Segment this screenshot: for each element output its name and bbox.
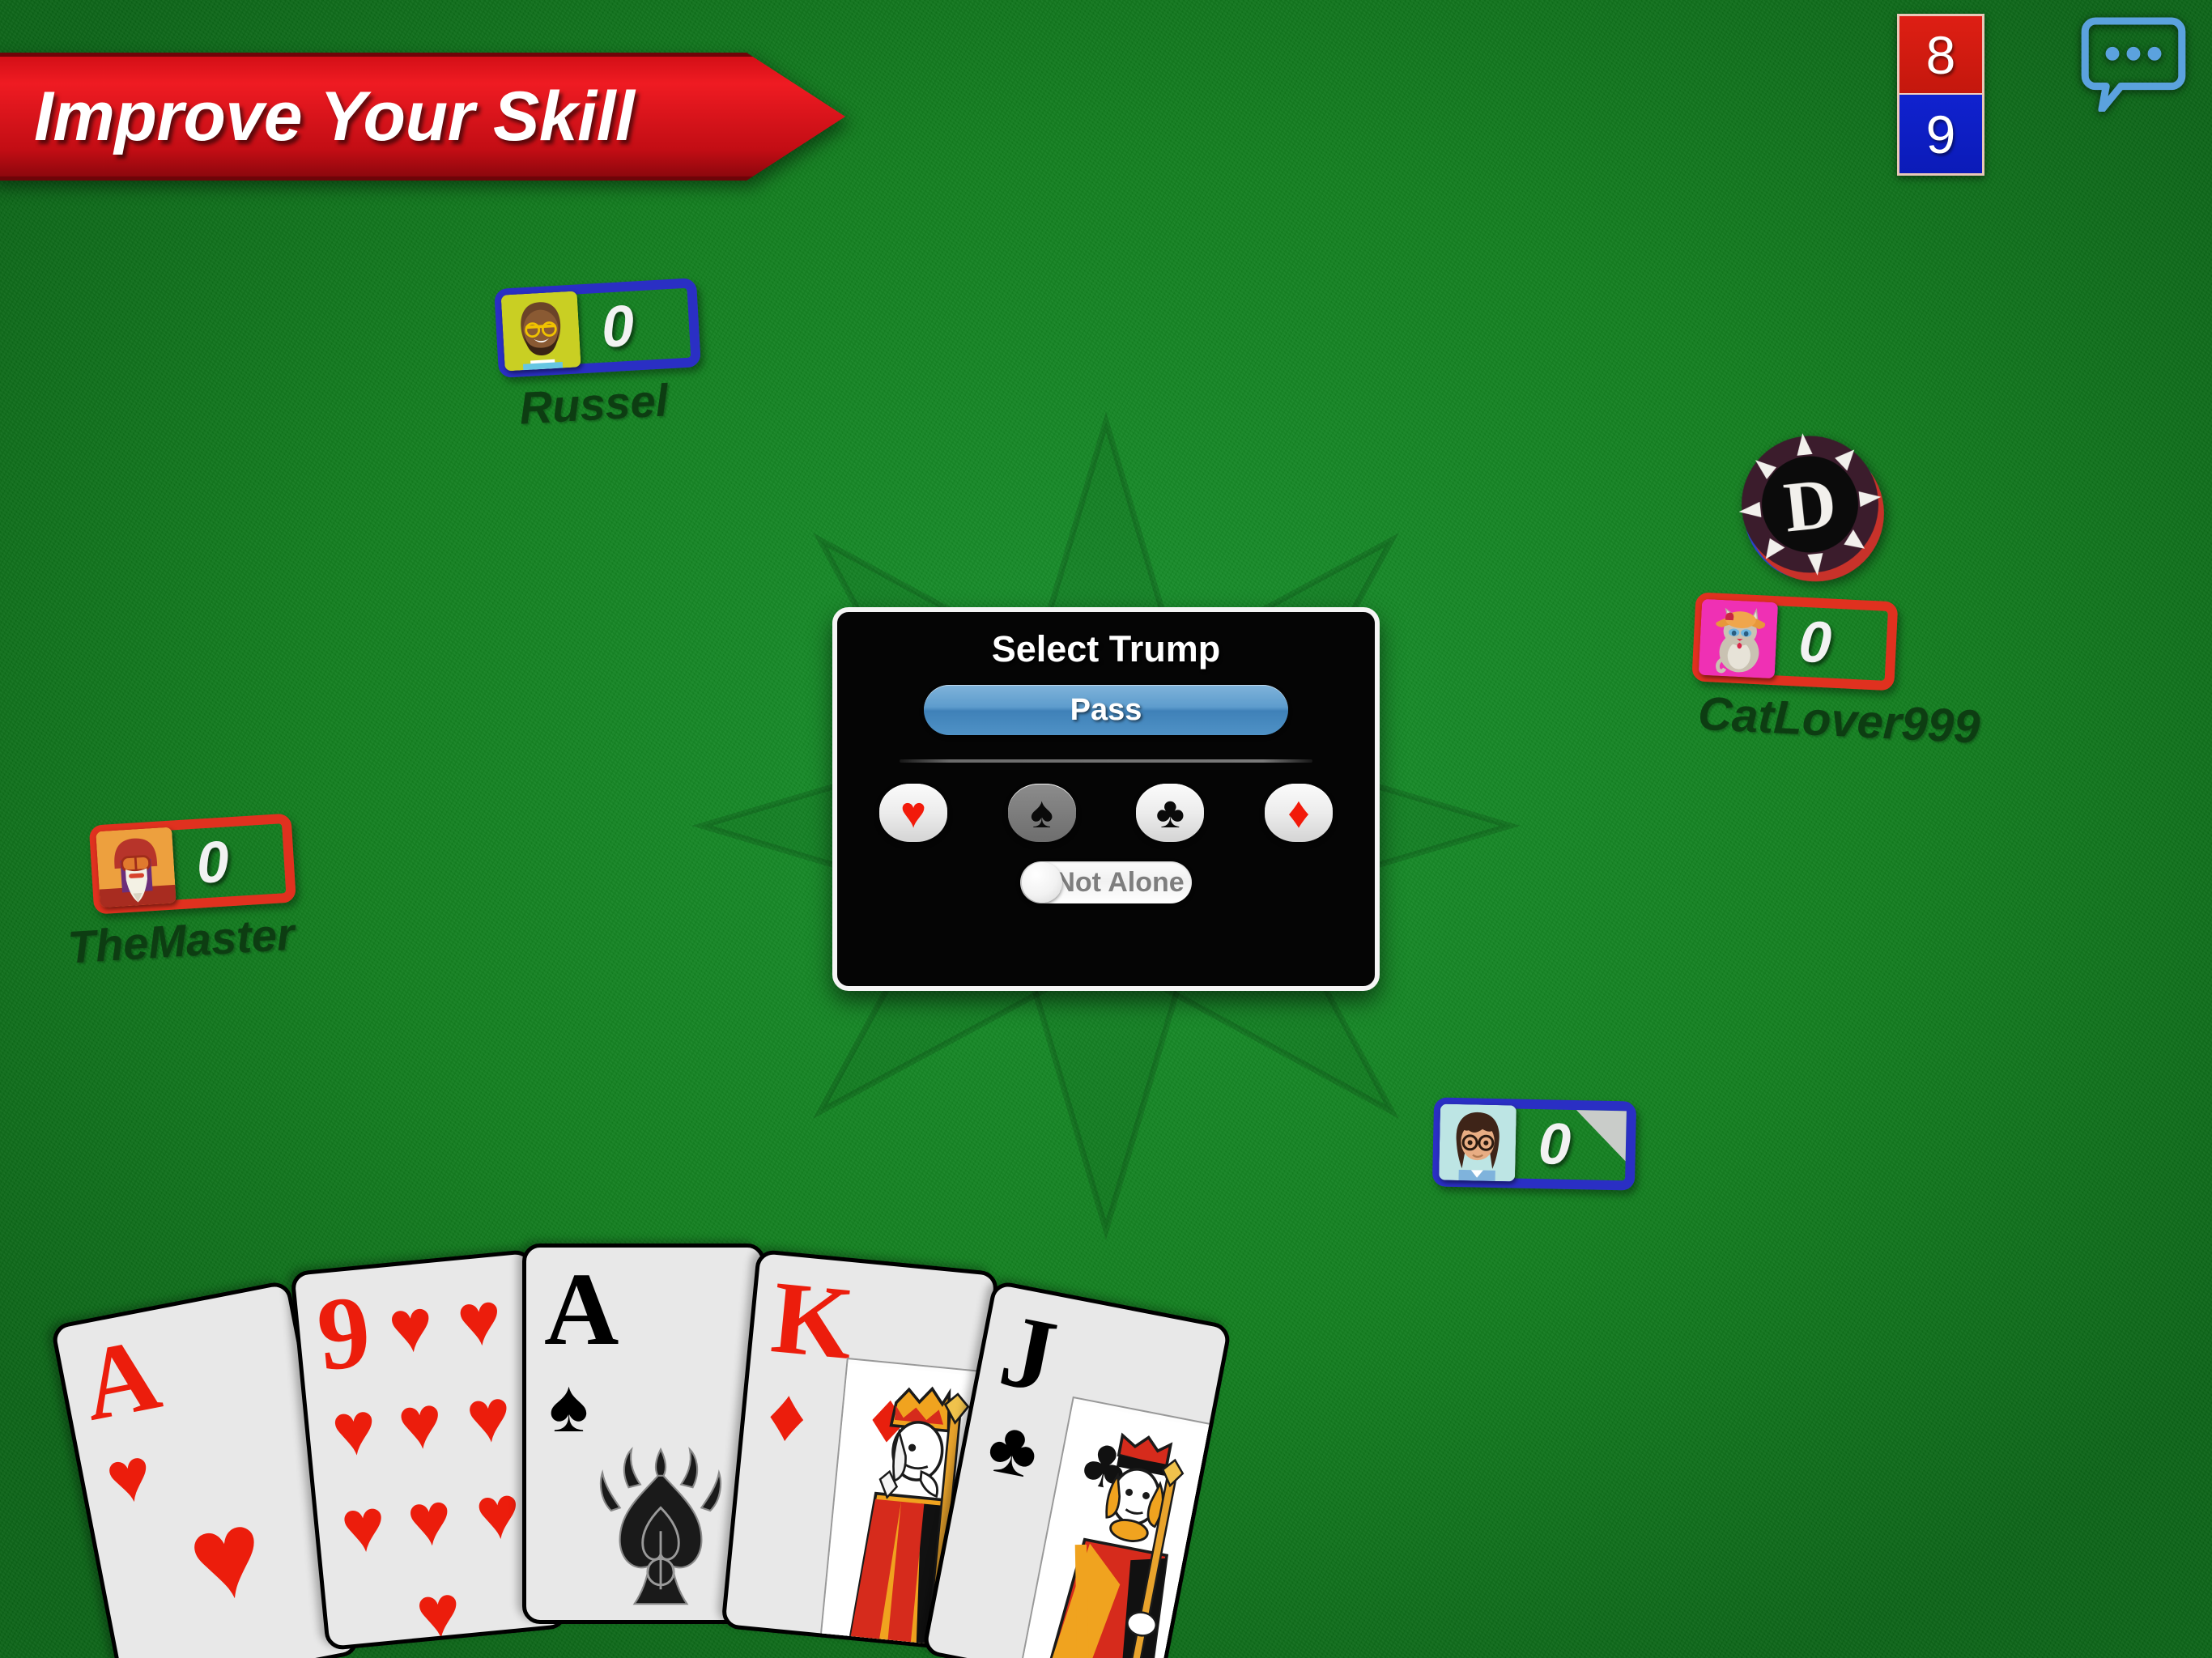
clubs-icon: ♣ bbox=[1155, 789, 1185, 837]
team-blue-score: 9 bbox=[1899, 95, 1982, 173]
suit-button-row: ♥ ♠ ♣ ♦ bbox=[879, 784, 1333, 842]
chat-bubble-icon[interactable] bbox=[2081, 15, 2186, 112]
go-alone-toggle[interactable]: Not Alone bbox=[1020, 861, 1192, 903]
player-plate: 0 bbox=[1431, 1097, 1637, 1191]
hearts-icon: ♥ bbox=[412, 1569, 465, 1652]
woman-glasses-avatar bbox=[1439, 1103, 1516, 1182]
jack-face-art: ♣ bbox=[1018, 1396, 1218, 1658]
dialog-divider bbox=[900, 759, 1312, 763]
player-score: 0 bbox=[1797, 609, 1833, 676]
hearts-icon: ♥ bbox=[99, 1431, 160, 1522]
diamonds-icon: ♦ bbox=[764, 1372, 810, 1459]
hearts-icon: ♥ bbox=[177, 1482, 275, 1630]
spades-icon: ♠ bbox=[549, 1365, 589, 1448]
player-plate: 0 bbox=[494, 278, 701, 378]
player-catlover[interactable]: 0 CatLover999 bbox=[1689, 592, 1986, 754]
man-beard-glasses-avatar bbox=[500, 291, 581, 372]
suit-button-hearts[interactable]: ♥ bbox=[879, 784, 947, 842]
hearts-icon: ♥ bbox=[394, 1380, 447, 1467]
dialog-title: Select Trump bbox=[991, 628, 1221, 670]
dealer-chip-icon: D bbox=[1720, 419, 1901, 590]
card-rank: A bbox=[544, 1252, 619, 1367]
wizard-sage-avatar bbox=[96, 827, 177, 908]
player-name-label: TheMaster bbox=[66, 908, 296, 973]
card-rank: K bbox=[767, 1259, 859, 1382]
player-name-label: CatLover999 bbox=[1696, 687, 1981, 754]
card-rank: 9 bbox=[313, 1273, 376, 1393]
player-score: 0 bbox=[194, 829, 232, 896]
player-score: 0 bbox=[599, 293, 636, 360]
player-plate: 0 bbox=[88, 813, 296, 915]
svg-text:D: D bbox=[1780, 464, 1840, 548]
game-table: Improve Your Skill 8 9 0 Russel 0 TheMas… bbox=[0, 0, 2212, 1658]
hearts-icon: ♥ bbox=[385, 1283, 437, 1370]
team-red-score: 8 bbox=[1899, 16, 1982, 95]
player-russel[interactable]: 0 Russel bbox=[494, 278, 704, 436]
player-you[interactable]: 0 bbox=[1431, 1097, 1637, 1191]
player-themaster[interactable]: 0 TheMaster bbox=[66, 813, 300, 973]
card-rank: A bbox=[73, 1315, 169, 1443]
card-rank: J bbox=[992, 1291, 1066, 1415]
improve-your-skill-banner[interactable]: Improve Your Skill bbox=[0, 53, 845, 181]
scoreboard[interactable]: 8 9 bbox=[1897, 14, 1984, 176]
suit-button-clubs[interactable]: ♣ bbox=[1136, 784, 1205, 842]
alone-toggle-row: Not Alone bbox=[837, 861, 1375, 903]
player-score: 0 bbox=[1538, 1112, 1572, 1177]
hearts-icon: ♥ bbox=[472, 1469, 525, 1557]
suit-button-diamonds[interactable]: ♦ bbox=[1264, 784, 1333, 842]
spades-icon: ♠ bbox=[1030, 789, 1053, 837]
ornate-spade-emblem bbox=[588, 1435, 734, 1620]
player-name-label: Russel bbox=[517, 374, 670, 434]
hearts-icon: ♥ bbox=[337, 1482, 390, 1570]
toggle-knob bbox=[1022, 862, 1062, 903]
pass-button[interactable]: Pass bbox=[924, 685, 1288, 735]
player-hand: A ♥ ♥ 9 ♥ ♥ ♥ ♥ ♥ ♥ ♥ ♥ ♥ A ♠ K ♦ ♦ J ♣ … bbox=[0, 1239, 2212, 1658]
hearts-icon: ♥ bbox=[403, 1476, 456, 1563]
turn-indicator-corner bbox=[1575, 1110, 1627, 1162]
banner-label: Improve Your Skill bbox=[34, 77, 635, 155]
hearts-icon: ♥ bbox=[328, 1386, 381, 1473]
cat-in-hat-avatar bbox=[1698, 598, 1779, 679]
clubs-icon: ♣ bbox=[981, 1404, 1045, 1494]
suit-button-spades: ♠ bbox=[1007, 784, 1076, 842]
hearts-icon: ♥ bbox=[462, 1373, 515, 1460]
player-plate: 0 bbox=[1691, 592, 1899, 691]
diamonds-icon: ♦ bbox=[1287, 789, 1310, 837]
hearts-icon: ♥ bbox=[453, 1276, 506, 1363]
hearts-icon: ♥ bbox=[900, 789, 927, 837]
select-trump-dialog: Select Trump Pass ♥ ♠ ♣ ♦ Not Alone bbox=[832, 607, 1380, 991]
